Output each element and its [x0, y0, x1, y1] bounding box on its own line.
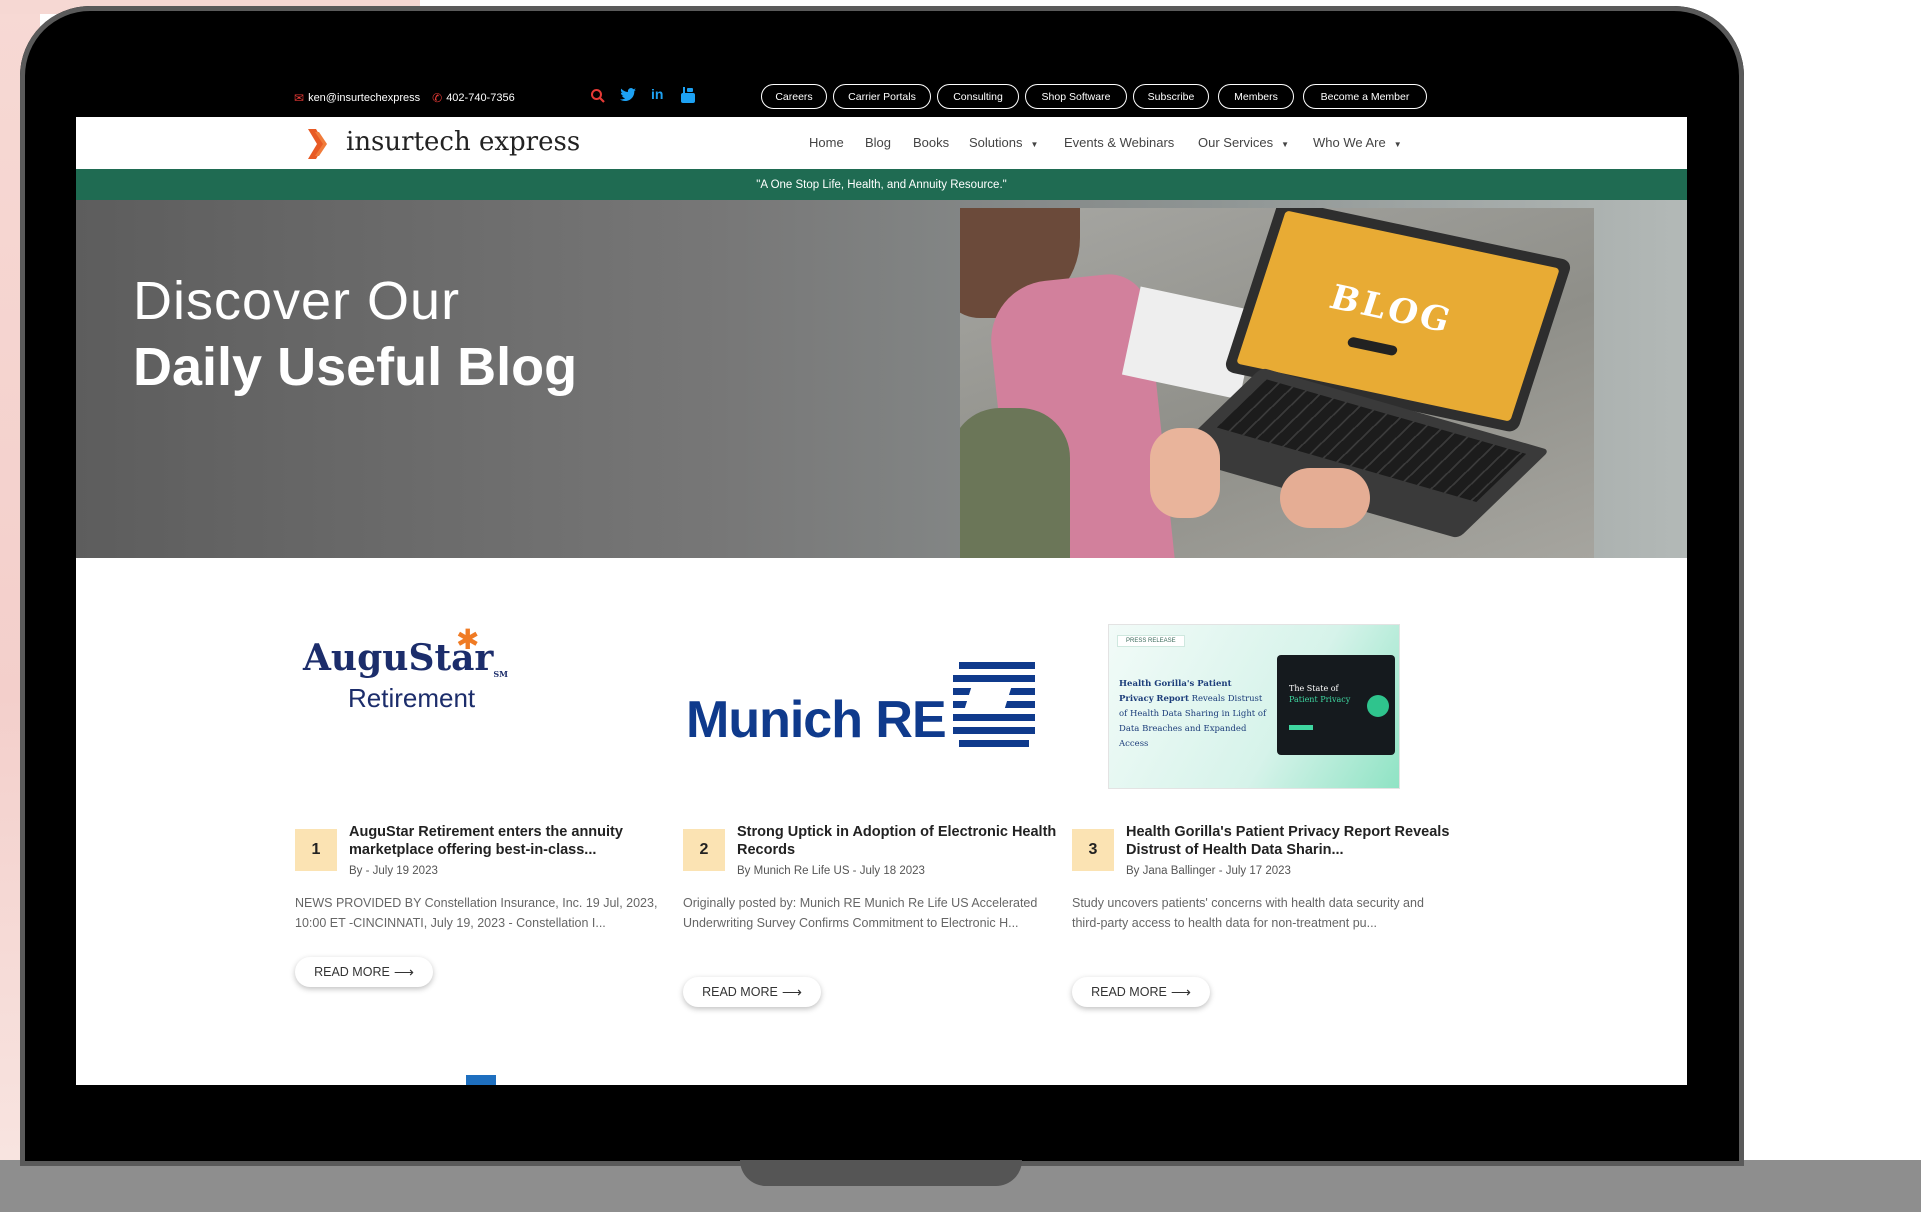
munich-re-stripes-icon [953, 662, 1035, 748]
press-screen-title: The State of Patient Privacy [1289, 683, 1350, 705]
topbar-email[interactable]: ken@insurtechexpress [308, 92, 420, 104]
search-icon[interactable] [590, 88, 606, 109]
hero-title-line2: Daily Useful Blog [133, 337, 578, 397]
post-3-title[interactable]: Health Gorilla's Patient Privacy Report … [1126, 823, 1486, 859]
topbar-phone[interactable]: 402-740-7356 [446, 92, 515, 104]
post-3-thumbnail[interactable]: PRESS RELEASE Health Gorilla's Patient P… [1109, 625, 1399, 788]
post-2-title[interactable]: Strong Uptick in Adoption of Electronic … [737, 823, 1097, 859]
post-1-read-more-label: READ MORE [314, 965, 390, 979]
press-screen-title2: Patient Privacy [1289, 695, 1351, 704]
twitter-icon[interactable] [620, 88, 636, 107]
press-screen-graphic [1367, 695, 1389, 717]
post-1-logo[interactable]: AuguStarSM ✱ Retirement [291, 624, 531, 727]
pill-members[interactable]: Members [1218, 84, 1294, 109]
photo-hand-right [1280, 468, 1370, 528]
nav-home[interactable]: Home [809, 135, 844, 150]
envelope-icon: ✉ [294, 91, 305, 105]
linkedin-icon[interactable]: in [651, 86, 663, 102]
nav-events-webinars[interactable]: Events & Webinars [1064, 135, 1174, 150]
youtube-icon[interactable] [681, 87, 695, 108]
arrow-right-icon: ⟶ [393, 963, 414, 980]
photo-jacket [960, 408, 1070, 558]
arrow-right-icon: ⟶ [1170, 983, 1191, 1000]
nav-books[interactable]: Books [913, 135, 949, 150]
post-3-read-more-button[interactable]: READ MORE ⟶ [1072, 977, 1210, 1007]
press-headline-bold2: Report [1156, 694, 1189, 704]
augustar-star-icon: ✱ [456, 624, 480, 655]
pill-careers[interactable]: Careers [761, 84, 827, 109]
post-2-read-more-label: READ MORE [702, 985, 778, 999]
photo-screen-button [1346, 336, 1399, 357]
browser-viewport: insurtech express Home Blog Books Soluti… [76, 117, 1687, 1085]
augustar-subtitle: Retirement [348, 683, 476, 713]
arrow-right-icon: ⟶ [781, 983, 802, 1000]
nav-solutions[interactable]: Solutions ▼ [969, 135, 1038, 150]
pill-carrier-portals[interactable]: Carrier Portals [833, 84, 931, 109]
chevron-down-icon: ▼ [1393, 140, 1402, 149]
post-2-excerpt: Originally posted by: Munich RE Munich R… [683, 896, 1038, 930]
phone-icon: ✆ [432, 91, 443, 105]
hero-photo: BLOG [960, 208, 1594, 558]
nav-who-we-are-label: Who We Are [1313, 135, 1386, 150]
topbar-contact: ✉ ken@insurtechexpress ✆ 402-740-7356 [294, 91, 515, 105]
laptop-base-notch [740, 1160, 1022, 1186]
press-release-label: PRESS RELEASE [1117, 635, 1185, 647]
pill-become-a-member[interactable]: Become a Member [1303, 84, 1427, 109]
photo-blog-word: BLOG [1324, 277, 1458, 342]
post-3-read-more-label: READ MORE [1091, 985, 1167, 999]
post-1-excerpt: NEWS PROVIDED BY Constellation Insurance… [295, 896, 658, 930]
post-1-meta: By - July 19 2023 [349, 865, 438, 877]
nav-blog[interactable]: Blog [865, 135, 891, 150]
post-3-excerpt: Study uncovers patients' concerns with h… [1072, 896, 1424, 930]
post-1-read-more-button[interactable]: READ MORE ⟶ [295, 957, 433, 987]
hero-title-line1: Discover Our [133, 271, 461, 331]
site-logo[interactable]: insurtech express [346, 127, 580, 157]
tagline-bar: "A One Stop Life, Health, and Annuity Re… [76, 169, 1687, 200]
post-2-meta: By Munich Re Life US - July 18 2023 [737, 865, 925, 877]
post-1-title[interactable]: AuguStar Retirement enters the annuity m… [349, 823, 709, 859]
pill-shop-software[interactable]: Shop Software [1025, 84, 1127, 109]
nav-who-we-are[interactable]: Who We Are ▼ [1313, 135, 1402, 150]
nav-our-services[interactable]: Our Services ▼ [1198, 135, 1289, 150]
nav-our-services-label: Our Services [1198, 135, 1274, 150]
logo-chevron-icon[interactable] [308, 129, 330, 159]
press-screen-button [1289, 725, 1313, 730]
partial-element-cutoff [466, 1075, 496, 1085]
pill-subscribe[interactable]: Subscribe [1133, 84, 1209, 109]
site-header: insurtech express Home Blog Books Soluti… [76, 117, 1687, 169]
chevron-down-icon: ▼ [1030, 140, 1039, 149]
post-2-read-more-button[interactable]: READ MORE ⟶ [683, 977, 821, 1007]
press-screen-title1: The State of [1289, 684, 1339, 693]
augustar-tm: SM [493, 669, 509, 679]
post-1-number: 1 [295, 829, 337, 871]
hero-banner: Discover Our Daily Useful Blog BLOG [76, 200, 1687, 558]
post-2-logo[interactable]: Munich RE [686, 662, 1042, 752]
photo-hand-left [1150, 428, 1220, 518]
press-headline: Health Gorilla's Patient Privacy Report … [1119, 677, 1269, 752]
tagline-text: "A One Stop Life, Health, and Annuity Re… [756, 178, 1007, 191]
post-3-meta: By Jana Ballinger - July 17 2023 [1126, 865, 1291, 877]
munich-re-wordmark: Munich RE [686, 691, 947, 749]
chevron-down-icon: ▼ [1281, 140, 1290, 149]
post-2-number: 2 [683, 829, 725, 871]
press-device-screen: The State of Patient Privacy [1277, 655, 1395, 755]
pill-consulting[interactable]: Consulting [937, 84, 1019, 109]
nav-solutions-label: Solutions [969, 135, 1023, 150]
post-3-number: 3 [1072, 829, 1114, 871]
